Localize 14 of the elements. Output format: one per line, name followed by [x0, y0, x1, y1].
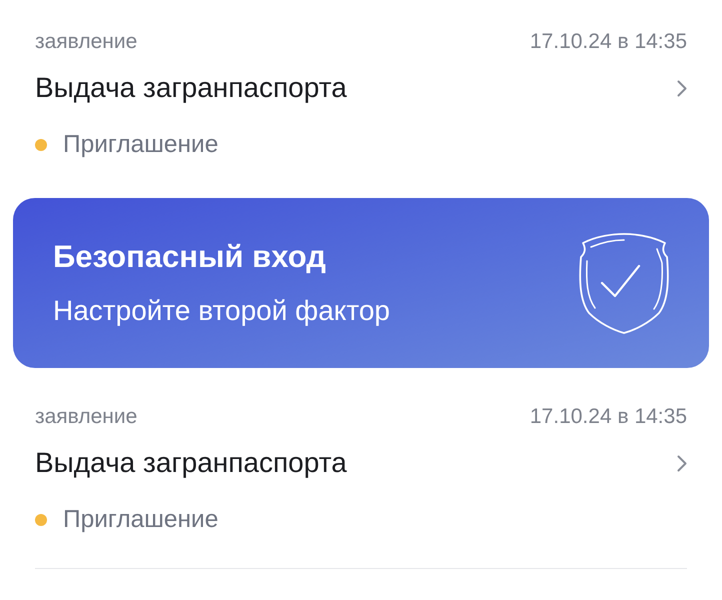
status-label: Приглашение	[63, 505, 218, 535]
secure-login-banner[interactable]: Безопасный вход Настройте второй фактор	[13, 198, 709, 368]
application-date: 17.10.24 в 14:35	[530, 404, 687, 430]
shield-check-icon	[577, 231, 671, 335]
chevron-right-icon	[677, 454, 687, 472]
application-title-link[interactable]: Выдача загранпаспорта	[35, 70, 347, 106]
application-date: 17.10.24 в 14:35	[530, 29, 687, 55]
banner-subtitle: Настройте второй фактор	[53, 294, 390, 328]
application-type-label: заявление	[35, 404, 138, 430]
chevron-right-icon	[677, 80, 687, 96]
application-title-link[interactable]: Выдача загранпаспорта	[35, 445, 347, 481]
status-label: Приглашение	[63, 130, 218, 160]
banner-title: Безопасный вход	[53, 238, 327, 276]
application-type-label: заявление	[35, 29, 138, 55]
